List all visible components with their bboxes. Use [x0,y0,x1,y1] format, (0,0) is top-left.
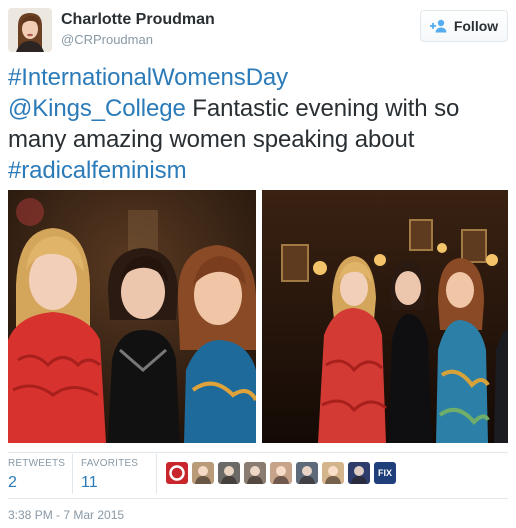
retweets-label: RETWEETS [8,458,66,469]
photo-2[interactable] [262,190,508,443]
favoriter-avatar[interactable] [322,462,344,484]
user-name[interactable]: Charlotte Proudman [61,11,215,29]
stat-separator [156,454,157,494]
favoriter-avatar[interactable] [244,462,266,484]
follow-label: Follow [453,18,499,34]
retweets-stat[interactable]: RETWEETS 2 [8,458,65,492]
favoriter-avatar[interactable] [166,462,188,484]
divider-top [8,452,508,453]
hashtag-link[interactable]: #InternationalWomensDay [8,64,288,91]
tweet-text: #InternationalWomensDay @Kings_College Fa… [8,62,508,186]
favoriter-avatar[interactable] [270,462,292,484]
favoriter-label: FIX [377,468,392,478]
photo-1[interactable] [8,190,256,443]
user-handle[interactable]: @CRProudman [61,32,153,47]
stat-separator [72,454,73,494]
favorites-count[interactable]: 11 [81,474,138,492]
photo-grid [8,190,508,443]
favorites-stat[interactable]: FAVORITES 11 [81,458,138,492]
avatar[interactable] [8,8,52,52]
favorites-label: FAVORITES [81,458,139,469]
hashtag-link-radicalfeminism[interactable]: #radicalfeminism [8,157,187,184]
tweet-header: Charlotte Proudman @CRProudman Follow [8,8,508,52]
favoriter-avatar[interactable] [348,462,370,484]
divider-bottom [8,498,508,499]
favoriter-avatar[interactable] [192,462,214,484]
tweet-timestamp[interactable]: 3:38 PM - 7 Mar 2015 [8,508,124,522]
favoriter-avatar[interactable]: FIX [374,462,396,484]
favoriter-avatar[interactable] [218,462,240,484]
favoriter-avatar[interactable] [296,462,318,484]
follow-user-icon [429,19,448,33]
mention-link[interactable]: @Kings_College [8,95,186,122]
retweets-count[interactable]: 2 [8,474,65,492]
follow-button[interactable]: Follow [420,10,508,42]
